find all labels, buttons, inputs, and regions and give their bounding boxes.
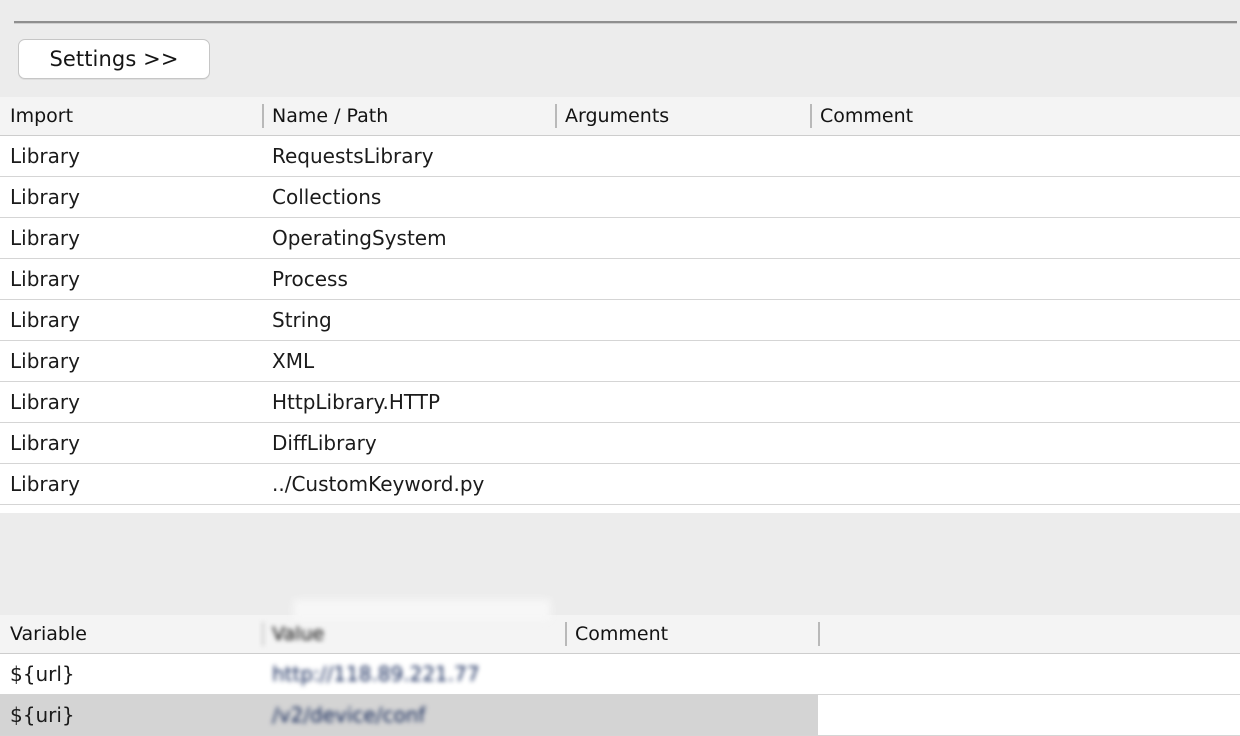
page-gap xyxy=(0,513,1240,615)
table-row[interactable]: Library Collections xyxy=(0,177,1240,218)
cell-comment[interactable] xyxy=(810,341,1240,381)
cell-arguments[interactable] xyxy=(555,177,810,217)
column-header-arguments[interactable]: Arguments xyxy=(555,97,810,135)
imports-table-header: Import Name / Path Arguments Comment xyxy=(0,97,1240,136)
cell-import[interactable]: Library xyxy=(0,341,262,381)
cell-comment[interactable] xyxy=(810,464,1240,504)
cell-name-path[interactable]: OperatingSystem xyxy=(262,218,555,258)
cell-comment[interactable] xyxy=(810,423,1240,463)
column-header-comment[interactable]: Comment xyxy=(810,97,1240,135)
cell-comment[interactable] xyxy=(810,300,1240,340)
table-row[interactable]: Library Process xyxy=(0,259,1240,300)
settings-button[interactable]: Settings >> xyxy=(18,39,210,79)
cell-import[interactable]: Library xyxy=(0,259,262,299)
cell-comment[interactable] xyxy=(810,177,1240,217)
table-row[interactable]: ${url} http://118.89.221.77 xyxy=(0,654,1240,695)
cell-import[interactable]: Library xyxy=(0,136,262,176)
table-row[interactable]: ${uri} /v2/device/conf xyxy=(0,695,1240,736)
table-row[interactable]: Library String xyxy=(0,300,1240,341)
cell-import[interactable]: Library xyxy=(0,382,262,422)
table-row[interactable]: Library HttpLibrary.HTTP xyxy=(0,382,1240,423)
cell-comment[interactable] xyxy=(565,695,818,735)
cell-value[interactable]: http://118.89.221.77 xyxy=(262,654,565,694)
cell-import[interactable]: Library xyxy=(0,177,262,217)
column-header-variable[interactable]: Variable xyxy=(0,615,262,653)
cell-arguments[interactable] xyxy=(555,382,810,422)
cell-variable[interactable]: ${uri} xyxy=(0,695,262,735)
cell-arguments[interactable] xyxy=(555,218,810,258)
cell-name-path[interactable]: HttpLibrary.HTTP xyxy=(262,382,555,422)
cell-name-path[interactable]: ../CustomKeyword.py xyxy=(262,464,555,504)
cell-comment[interactable] xyxy=(810,382,1240,422)
cell-import[interactable]: Library xyxy=(0,464,262,504)
cell-import[interactable]: Library xyxy=(0,300,262,340)
variables-table-header: Variable Value Comment xyxy=(0,615,1240,654)
table-row[interactable]: Library RequestsLibrary xyxy=(0,136,1240,177)
cell-extra[interactable] xyxy=(818,695,1240,735)
column-header-extra[interactable] xyxy=(818,615,1240,653)
cell-import[interactable]: Library xyxy=(0,423,262,463)
cell-arguments[interactable] xyxy=(555,423,810,463)
table-row[interactable]: Library XML xyxy=(0,341,1240,382)
cell-name-path[interactable]: String xyxy=(262,300,555,340)
variables-table[interactable]: Variable Value Comment ${url} http://118… xyxy=(0,615,1240,736)
cell-comment[interactable] xyxy=(810,136,1240,176)
cell-variable[interactable]: ${url} xyxy=(0,654,262,694)
cell-name-path[interactable]: RequestsLibrary xyxy=(262,136,555,176)
column-header-import[interactable]: Import xyxy=(0,97,262,135)
column-header-value[interactable]: Value xyxy=(262,615,565,653)
toolbar-separator xyxy=(14,21,1237,24)
cell-arguments[interactable] xyxy=(555,300,810,340)
imports-table[interactable]: Import Name / Path Arguments Comment Lib… xyxy=(0,97,1240,546)
cell-name-path[interactable]: Process xyxy=(262,259,555,299)
cell-arguments[interactable] xyxy=(555,259,810,299)
column-header-comment[interactable]: Comment xyxy=(565,615,818,653)
cell-comment[interactable] xyxy=(810,259,1240,299)
cell-arguments[interactable] xyxy=(555,464,810,504)
table-row[interactable]: Library ../CustomKeyword.py xyxy=(0,464,1240,505)
cell-name-path[interactable]: DiffLibrary xyxy=(262,423,555,463)
cell-name-path[interactable]: XML xyxy=(262,341,555,381)
cell-name-path[interactable]: Collections xyxy=(262,177,555,217)
cell-value[interactable]: /v2/device/conf xyxy=(262,695,565,735)
table-row[interactable]: Library DiffLibrary xyxy=(0,423,1240,464)
cell-arguments[interactable] xyxy=(555,136,810,176)
column-header-name-path[interactable]: Name / Path xyxy=(262,97,555,135)
cell-extra[interactable] xyxy=(818,654,1240,694)
cell-arguments[interactable] xyxy=(555,341,810,381)
cell-comment[interactable] xyxy=(810,218,1240,258)
cell-import[interactable]: Library xyxy=(0,218,262,258)
table-row[interactable]: Library OperatingSystem xyxy=(0,218,1240,259)
cell-comment[interactable] xyxy=(565,654,818,694)
